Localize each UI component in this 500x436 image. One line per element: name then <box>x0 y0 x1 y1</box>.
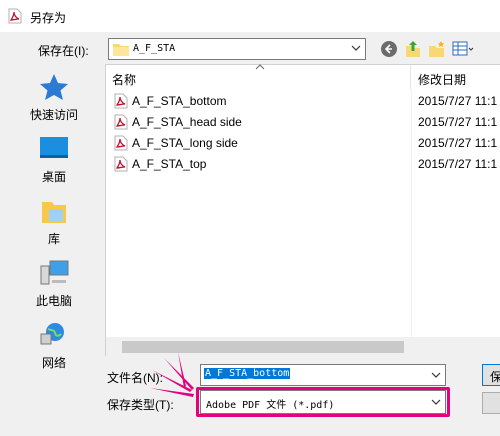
title-bar: 另存为 <box>0 0 500 32</box>
file-name: A_F_STA_head side <box>132 115 242 129</box>
filetype-select[interactable]: Adobe PDF 文件 (*.pdf) <box>200 390 446 414</box>
place-label: 快速访问 <box>29 108 78 122</box>
new-folder-icon[interactable] <box>428 40 446 58</box>
place-label: 此电脑 <box>35 294 72 308</box>
pdf-icon <box>114 114 128 130</box>
file-row[interactable]: A_F_STA_head side 2015/7/27 11:1 <box>106 112 500 132</box>
column-header-name[interactable]: 名称 <box>106 65 411 89</box>
filetype-value: Adobe PDF 文件 (*.pdf) <box>206 400 335 411</box>
file-list[interactable]: 名称 修改日期 A_F_STA_bottom 2015/7/27 11:1 A_… <box>105 64 500 357</box>
file-name: A_F_STA_bottom <box>132 94 227 108</box>
filename-input[interactable]: A_F_STA_bottom <box>200 364 446 386</box>
chevron-down-icon <box>351 45 361 51</box>
emphasis-burst <box>150 352 194 397</box>
file-row[interactable]: A_F_STA_long side 2015/7/27 11:1 <box>106 133 500 153</box>
save-button[interactable]: 保 <box>482 364 500 386</box>
computer-icon <box>40 260 69 285</box>
star-icon <box>40 74 68 100</box>
places-bar: 快速访问 桌面 库 此电脑 网络 <box>6 64 102 374</box>
place-label: 桌面 <box>41 170 66 184</box>
network-icon <box>40 323 64 345</box>
back-icon[interactable] <box>380 40 398 58</box>
place-label: 网络 <box>41 356 66 370</box>
chevron-down-icon[interactable] <box>431 370 441 380</box>
save-in-value: A_F_STA <box>133 43 176 54</box>
up-folder-icon[interactable] <box>404 40 422 58</box>
place-library[interactable]: 库 <box>6 196 102 247</box>
save-in-dropdown[interactable]: A_F_STA <box>108 38 366 60</box>
chevron-down-icon[interactable] <box>431 397 441 407</box>
save-in-label: 保存在(I): <box>38 44 89 58</box>
view-menu-icon[interactable] <box>452 40 474 58</box>
pdf-icon <box>8 8 22 24</box>
file-row[interactable]: A_F_STA_bottom 2015/7/27 11:1 <box>106 91 500 111</box>
library-icon <box>42 202 66 223</box>
file-date: 2015/7/27 11:1 <box>418 94 498 108</box>
folder-icon <box>113 44 129 56</box>
file-name: A_F_STA_long side <box>132 136 238 150</box>
column-header-date[interactable]: 修改日期 <box>412 65 500 89</box>
pdf-icon <box>114 135 128 151</box>
place-desktop[interactable]: 桌面 <box>6 134 102 185</box>
pdf-icon <box>114 156 128 172</box>
desktop-icon <box>40 137 68 158</box>
file-name: A_F_STA_top <box>132 157 207 171</box>
place-label: 库 <box>47 232 60 246</box>
file-date: 2015/7/27 11:1 <box>418 136 498 150</box>
cancel-button[interactable] <box>482 392 500 414</box>
place-this-pc[interactable]: 此电脑 <box>6 258 102 309</box>
place-quick-access[interactable]: 快速访问 <box>6 72 102 123</box>
filename-value: A_F_STA_bottom <box>204 368 291 379</box>
file-row[interactable]: A_F_STA_top 2015/7/27 11:1 <box>106 154 500 174</box>
place-network[interactable]: 网络 <box>6 320 102 371</box>
pdf-icon <box>114 93 128 109</box>
file-date: 2015/7/27 11:1 <box>418 157 498 171</box>
file-date: 2015/7/27 11:1 <box>418 115 498 129</box>
dialog-title: 另存为 <box>30 11 67 25</box>
